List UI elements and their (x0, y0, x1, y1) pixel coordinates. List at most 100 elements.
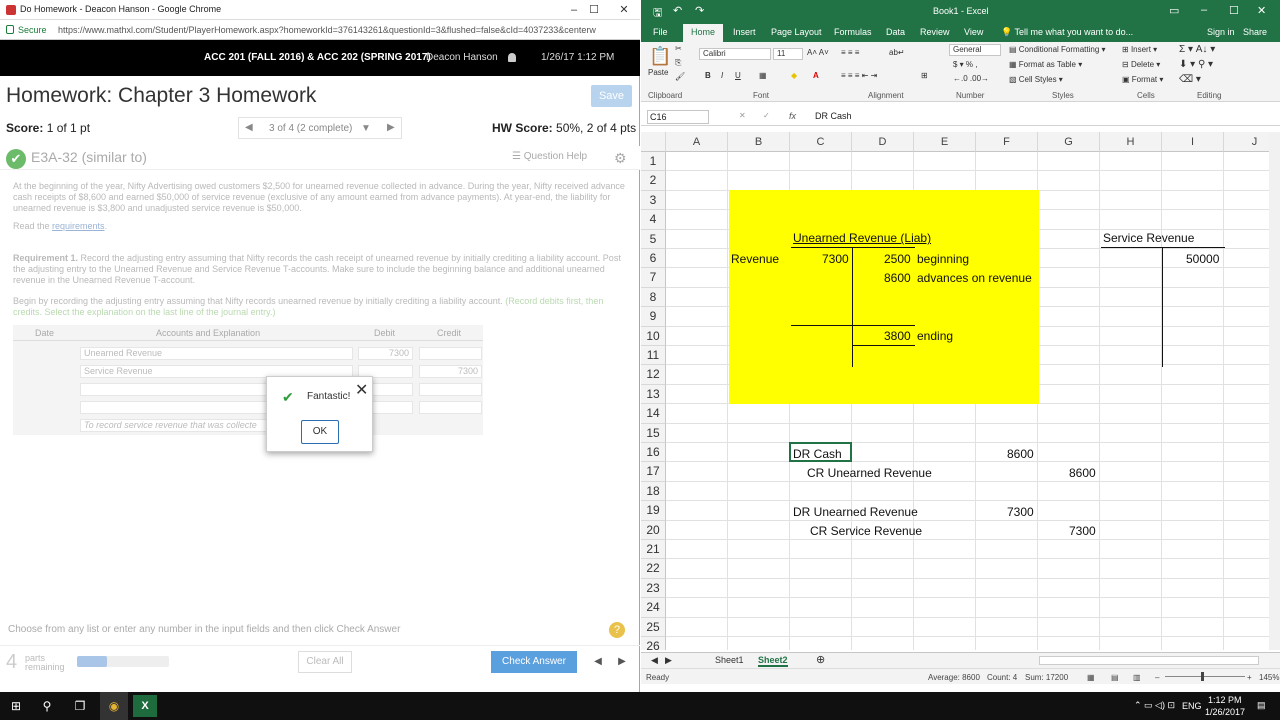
row-header-15[interactable]: 15 (641, 423, 666, 443)
font-color-icon[interactable]: A (813, 71, 819, 80)
insert-function-icon[interactable]: fx (789, 111, 796, 121)
formula-input[interactable]: DR Cash (815, 111, 852, 121)
row-header-5[interactable]: 5 (641, 229, 666, 249)
row-header-6[interactable]: 6 (641, 249, 666, 269)
horizontal-scrollbar[interactable] (1039, 656, 1259, 665)
pager-text[interactable]: 3 of 4 (2 complete) (269, 123, 352, 134)
sign-in-link[interactable]: Sign in (1207, 27, 1235, 37)
row-header-18[interactable]: 18 (641, 481, 666, 502)
row-header-9[interactable]: 9 (641, 307, 666, 327)
prev-question-icon[interactable]: ◀ (245, 122, 253, 133)
zoom-thumb[interactable] (1201, 672, 1204, 681)
excel-maximize-icon[interactable]: ☐ (1229, 4, 1239, 17)
question-help-button[interactable]: ☰ Question Help (512, 151, 587, 162)
minimize-button[interactable]: – (564, 2, 584, 18)
tab-page-layout[interactable]: Page Layout (771, 27, 822, 37)
cr-service-amount[interactable]: 7300 (1069, 524, 1096, 538)
tab-insert[interactable]: Insert (733, 27, 756, 37)
undo-icon[interactable]: ↶ (673, 4, 682, 17)
close-window-button[interactable]: ✕ (614, 2, 634, 18)
row-header-10[interactable]: 10 (641, 326, 666, 346)
row-header-12[interactable]: 12 (641, 365, 666, 385)
start-icon[interactable]: ⊞ (2, 692, 30, 720)
tell-me-search[interactable]: 💡 Tell me what you want to do... (1001, 27, 1133, 38)
align-top-icon[interactable]: ≡ ≡ ≡ (841, 48, 859, 57)
borders-icon[interactable]: ▦ (759, 71, 767, 80)
ok-button[interactable]: OK (301, 420, 339, 444)
column-header-e[interactable]: E (914, 132, 976, 152)
tab-data[interactable]: Data (886, 27, 905, 37)
sheet-scroll-right-icon[interactable]: ▶ (665, 655, 672, 666)
row-header-26[interactable]: 26 (641, 637, 666, 650)
excel-minimize-icon[interactable]: – (1201, 4, 1207, 16)
zoom-slider[interactable] (1165, 676, 1245, 677)
grow-font-icon[interactable]: A˄ A˅ (807, 48, 829, 57)
help-icon[interactable]: ? (609, 622, 625, 638)
debit-7300[interactable]: 7300 (822, 252, 849, 266)
credit-8600[interactable]: 8600 (884, 271, 911, 285)
row-header-8[interactable]: 8 (641, 287, 666, 308)
clear-icon[interactable]: ⌫ ▾ (1179, 74, 1201, 85)
insert-cells-button[interactable]: ⊞ Insert ▾ (1122, 45, 1157, 54)
enter-formula-icon[interactable]: ✓ (763, 111, 770, 120)
credit-field-2[interactable]: 7300 (419, 365, 482, 378)
row-header-13[interactable]: 13 (641, 384, 666, 405)
copy-icon[interactable]: ⎘ (675, 58, 681, 68)
number-format-select[interactable]: General (949, 44, 1001, 56)
row-header-4[interactable]: 4 (641, 210, 666, 230)
close-icon[interactable]: ✕ (355, 380, 368, 400)
column-header-j[interactable]: J (1224, 132, 1269, 152)
name-box[interactable]: C16 (647, 110, 709, 124)
paste-label[interactable]: Paste (648, 68, 668, 77)
sheet-scroll-left-icon[interactable]: ◀ (651, 655, 658, 666)
tab-view[interactable]: View (964, 27, 983, 37)
bold-button[interactable]: B (705, 71, 711, 80)
tray-icons[interactable]: ⌃ ▭ ◁) ⊡ (1134, 700, 1175, 711)
column-header-b[interactable]: B (728, 132, 790, 152)
tab-file[interactable]: File (653, 27, 668, 37)
column-header-f[interactable]: F (976, 132, 1038, 152)
column-header-h[interactable]: H (1100, 132, 1162, 152)
ribbon-options-icon[interactable]: ▭ (1169, 4, 1179, 17)
requirements-link[interactable]: requirements (52, 221, 105, 231)
credit-field-4[interactable] (419, 401, 482, 414)
tab-home[interactable]: Home (683, 24, 724, 42)
currency-icon[interactable]: $ ▾ % , (953, 60, 977, 69)
chevron-down-icon[interactable]: ▼ (361, 123, 371, 134)
row-header-22[interactable]: 22 (641, 559, 666, 579)
add-sheet-icon[interactable]: ⊕ (816, 653, 825, 666)
credit-field-1[interactable] (419, 347, 482, 360)
clear-all-button[interactable]: Clear All (298, 651, 352, 673)
fill-color-icon[interactable]: ◆ (791, 71, 797, 80)
row-header-14[interactable]: 14 (641, 404, 666, 424)
row-header-20[interactable]: 20 (641, 520, 666, 540)
paste-icon[interactable]: 📋 (649, 46, 671, 67)
row-header-24[interactable]: 24 (641, 598, 666, 618)
cr-unearned-amount[interactable]: 8600 (1069, 466, 1096, 480)
cr-service-label[interactable]: CR Service Revenue (810, 524, 922, 538)
dr-unearned-label[interactable]: DR Unearned Revenue (793, 505, 918, 519)
clock-date[interactable]: 1/26/2017 (1205, 707, 1245, 717)
check-answer-button[interactable]: Check Answer (491, 651, 577, 673)
task-view-icon[interactable]: ❐ (66, 692, 94, 720)
notifications-icon[interactable]: ▤ (1257, 700, 1266, 711)
revenue-label[interactable]: Revenue (731, 252, 779, 266)
share-button[interactable]: Share (1243, 27, 1267, 37)
merge-icon[interactable]: ⊞ (921, 71, 928, 80)
column-header-g[interactable]: G (1038, 132, 1100, 152)
row-header-7[interactable]: 7 (641, 268, 666, 288)
row-header-25[interactable]: 25 (641, 617, 666, 637)
beginning-label[interactable]: beginning (917, 252, 969, 266)
row-header-3[interactable]: 3 (641, 190, 666, 211)
prev-part-button[interactable]: ◀ (585, 651, 611, 673)
format-cells-button[interactable]: ▣ Format ▾ (1122, 75, 1163, 84)
gear-icon[interactable]: ⚙ (614, 150, 627, 167)
align-left-icon[interactable]: ≡ ≡ ≡ ⇤ ⇥ (841, 71, 877, 80)
question-pager[interactable]: ◀ 3 of 4 (2 complete) ▼ ▶ (238, 117, 402, 139)
dr-cash-amount[interactable]: 8600 (1007, 447, 1034, 461)
column-header-i[interactable]: I (1162, 132, 1224, 152)
zoom-in-icon[interactable]: + (1247, 673, 1252, 682)
next-question-icon[interactable]: ▶ (387, 122, 395, 133)
format-painter-icon[interactable]: 🖌 (675, 72, 685, 81)
cell-styles-button[interactable]: ▧ Cell Styles ▾ (1009, 75, 1063, 84)
